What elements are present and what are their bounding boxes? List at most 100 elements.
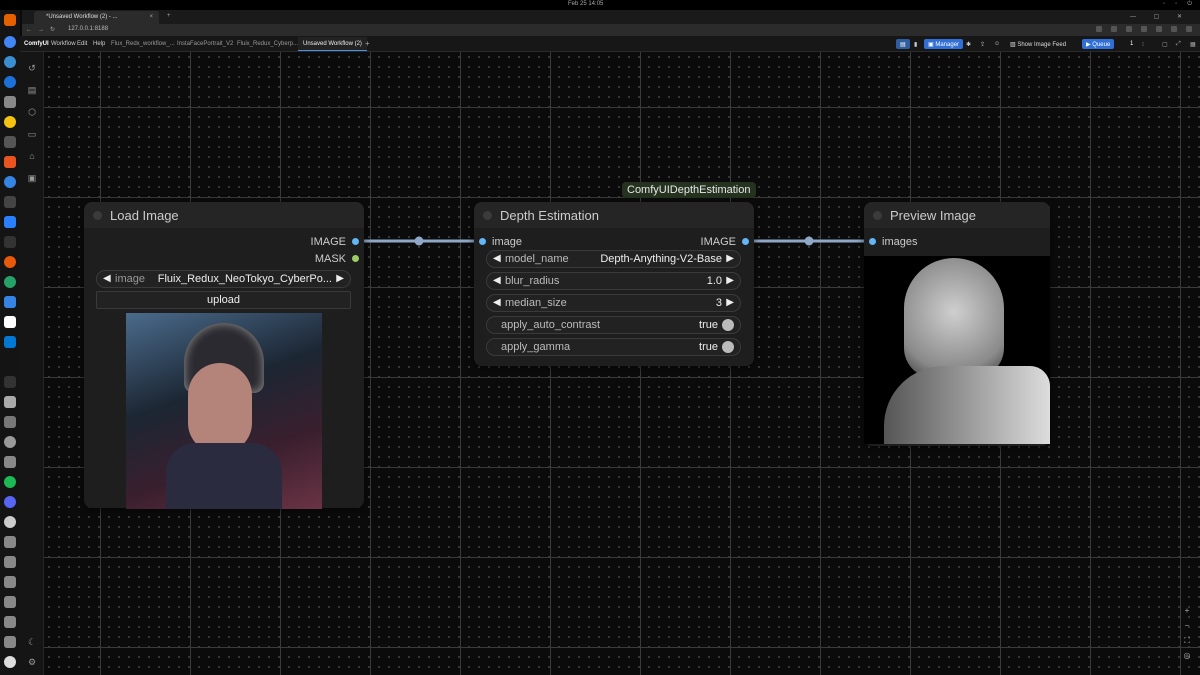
- image-combo-widget[interactable]: ◀ image Fluix_Redux_NeoTokyo_CyberPo... …: [96, 270, 351, 288]
- app-icon[interactable]: [4, 116, 16, 128]
- vscode-icon[interactable]: [4, 336, 16, 348]
- disk-icon[interactable]: [4, 556, 16, 568]
- queue-icon[interactable]: ▤: [26, 84, 38, 96]
- help-icon[interactable]: [4, 176, 16, 188]
- zoom-out-icon[interactable]: −: [1180, 618, 1194, 633]
- app-icon[interactable]: [4, 436, 16, 448]
- extension-icon[interactable]: [1156, 26, 1162, 32]
- star-icon[interactable]: [1096, 26, 1102, 32]
- manager-button[interactable]: ▣ Manager: [924, 39, 964, 49]
- preview-image-node[interactable]: Preview Image images: [864, 202, 1050, 446]
- workflow-tab[interactable]: Flux_Redx_workflow_...: [106, 37, 180, 51]
- next-arrow-icon[interactable]: ▶: [726, 297, 734, 308]
- app-icon[interactable]: [4, 196, 16, 208]
- median-size-widget[interactable]: ◀ median_size 3 ▶: [486, 294, 741, 312]
- node-graph-canvas[interactable]: Load Image IMAGE MASK ◀ image Fluix_Redu…: [44, 52, 1200, 675]
- app-icon[interactable]: [4, 496, 16, 508]
- workflow-tab[interactable]: InstaFacePortrait_V2: [172, 37, 238, 51]
- users-icon[interactable]: ☺: [990, 39, 1004, 49]
- collapse-dot[interactable]: [483, 211, 492, 220]
- workflow-tab-active[interactable]: Unsaved Workflow (2): [298, 37, 367, 51]
- theme-toggle-icon[interactable]: ☾: [26, 636, 38, 648]
- prev-arrow-icon[interactable]: ◀: [493, 275, 501, 286]
- files-icon[interactable]: [4, 96, 16, 108]
- reload-icon[interactable]: ↻: [50, 27, 61, 33]
- app-icon[interactable]: [4, 76, 16, 88]
- address-bar[interactable]: 127.0.0.1:8188: [68, 26, 108, 32]
- show-image-feed-button[interactable]: ▧ Show Image Feed: [1006, 39, 1070, 49]
- menu-workflow[interactable]: Workflow: [51, 41, 76, 47]
- model-library-icon[interactable]: ▭: [26, 128, 38, 140]
- upload-button[interactable]: upload: [96, 291, 351, 309]
- app-grid-icon[interactable]: [4, 656, 16, 668]
- disk-icon[interactable]: [4, 596, 16, 608]
- link-midpoint[interactable]: [414, 236, 424, 246]
- firefox-icon[interactable]: [4, 14, 16, 26]
- disk-icon[interactable]: [4, 576, 16, 588]
- forward-icon[interactable]: →: [38, 27, 50, 33]
- browser-tab[interactable]: *Unsaved Workflow (2) - ... ×: [34, 11, 159, 24]
- menu-edit[interactable]: Edit: [77, 41, 87, 47]
- nav-buttons[interactable]: ←→↻: [26, 26, 61, 33]
- collapse-dot[interactable]: [873, 211, 882, 220]
- text-editor-icon[interactable]: [4, 396, 16, 408]
- close-tab-icon[interactable]: ×: [149, 14, 153, 20]
- menu-icon[interactable]: [1186, 26, 1192, 32]
- extension-icon[interactable]: [1126, 26, 1132, 32]
- next-arrow-icon[interactable]: ▶: [726, 253, 734, 264]
- settings-icon[interactable]: ✱: [962, 39, 975, 49]
- chart-icon[interactable]: ▤: [896, 39, 910, 49]
- panel-icon[interactable]: ▢: [1158, 39, 1172, 49]
- power-icon[interactable]: ⏻: [1187, 1, 1192, 8]
- toggle-knob-icon[interactable]: [722, 319, 734, 331]
- depth-estimation-node[interactable]: Depth Estimation image IMAGE ◀ model_nam…: [474, 202, 754, 366]
- blur-radius-widget[interactable]: ◀ blur_radius 1.0 ▶: [486, 272, 741, 290]
- extension-icon[interactable]: [1141, 26, 1147, 32]
- app-icon[interactable]: [4, 256, 16, 268]
- window-controls[interactable]: — ▢ ✕: [1130, 13, 1190, 20]
- browser-icon[interactable]: [4, 56, 16, 68]
- workflow-tab[interactable]: Fluix_Redux_Cyberp...: [232, 37, 303, 51]
- load-image-node[interactable]: Load Image IMAGE MASK ◀ image Fluix_Redu…: [84, 202, 364, 509]
- output-pin-mask[interactable]: [352, 255, 359, 262]
- menu-help[interactable]: Help: [93, 41, 105, 47]
- node-header[interactable]: Depth Estimation: [474, 202, 754, 228]
- model-name-widget[interactable]: ◀ model_name Depth-Anything-V2-Base ▶: [486, 250, 741, 268]
- input-pin-images[interactable]: [869, 238, 876, 245]
- terminal-icon[interactable]: [4, 376, 16, 388]
- chrome-icon[interactable]: [4, 36, 16, 48]
- prev-arrow-icon[interactable]: ◀: [493, 297, 501, 308]
- queue-button[interactable]: ▶ Queue: [1082, 39, 1115, 49]
- bookmark-icon[interactable]: ▮: [910, 39, 921, 49]
- app-icon[interactable]: [4, 456, 16, 468]
- fullscreen-icon[interactable]: ⤢: [1172, 39, 1185, 49]
- app-icon[interactable]: [4, 136, 16, 148]
- node-header[interactable]: Preview Image: [864, 202, 1050, 228]
- app-icon[interactable]: [4, 236, 16, 248]
- new-tab-button[interactable]: +: [167, 13, 171, 19]
- input-pin-image[interactable]: [479, 238, 486, 245]
- app-icon[interactable]: [4, 276, 16, 288]
- extensions[interactable]: [1096, 26, 1192, 32]
- network-icon[interactable]: ◦: [1163, 1, 1165, 8]
- next-arrow-icon[interactable]: ▶: [726, 275, 734, 286]
- workflows-icon[interactable]: ⌂: [26, 150, 38, 162]
- output-pin-image[interactable]: [352, 238, 359, 245]
- toggle-links-icon[interactable]: ◎: [1180, 648, 1194, 663]
- app-icon[interactable]: [4, 416, 16, 428]
- node-library-icon[interactable]: ⬡: [26, 106, 38, 118]
- add-workflow-button[interactable]: +: [365, 39, 370, 48]
- disk-icon[interactable]: [4, 636, 16, 648]
- system-tray[interactable]: ◦ ◦ ⏻: [1163, 1, 1192, 8]
- prev-arrow-icon[interactable]: ◀: [103, 273, 111, 284]
- templates-icon[interactable]: ▣: [26, 172, 38, 184]
- queue-count[interactable]: 1: [1126, 39, 1137, 49]
- volume-icon[interactable]: ◦: [1175, 1, 1177, 8]
- zoom-in-icon[interactable]: +: [1180, 603, 1194, 618]
- toggle-knob-icon[interactable]: [722, 341, 734, 353]
- auto-contrast-toggle[interactable]: apply_auto_contrast true: [486, 316, 741, 334]
- queue-options-icon[interactable]: ⁝: [1138, 39, 1148, 49]
- history-icon[interactable]: ↺: [26, 62, 38, 74]
- collapse-dot[interactable]: [93, 211, 102, 220]
- back-icon[interactable]: ←: [26, 27, 38, 33]
